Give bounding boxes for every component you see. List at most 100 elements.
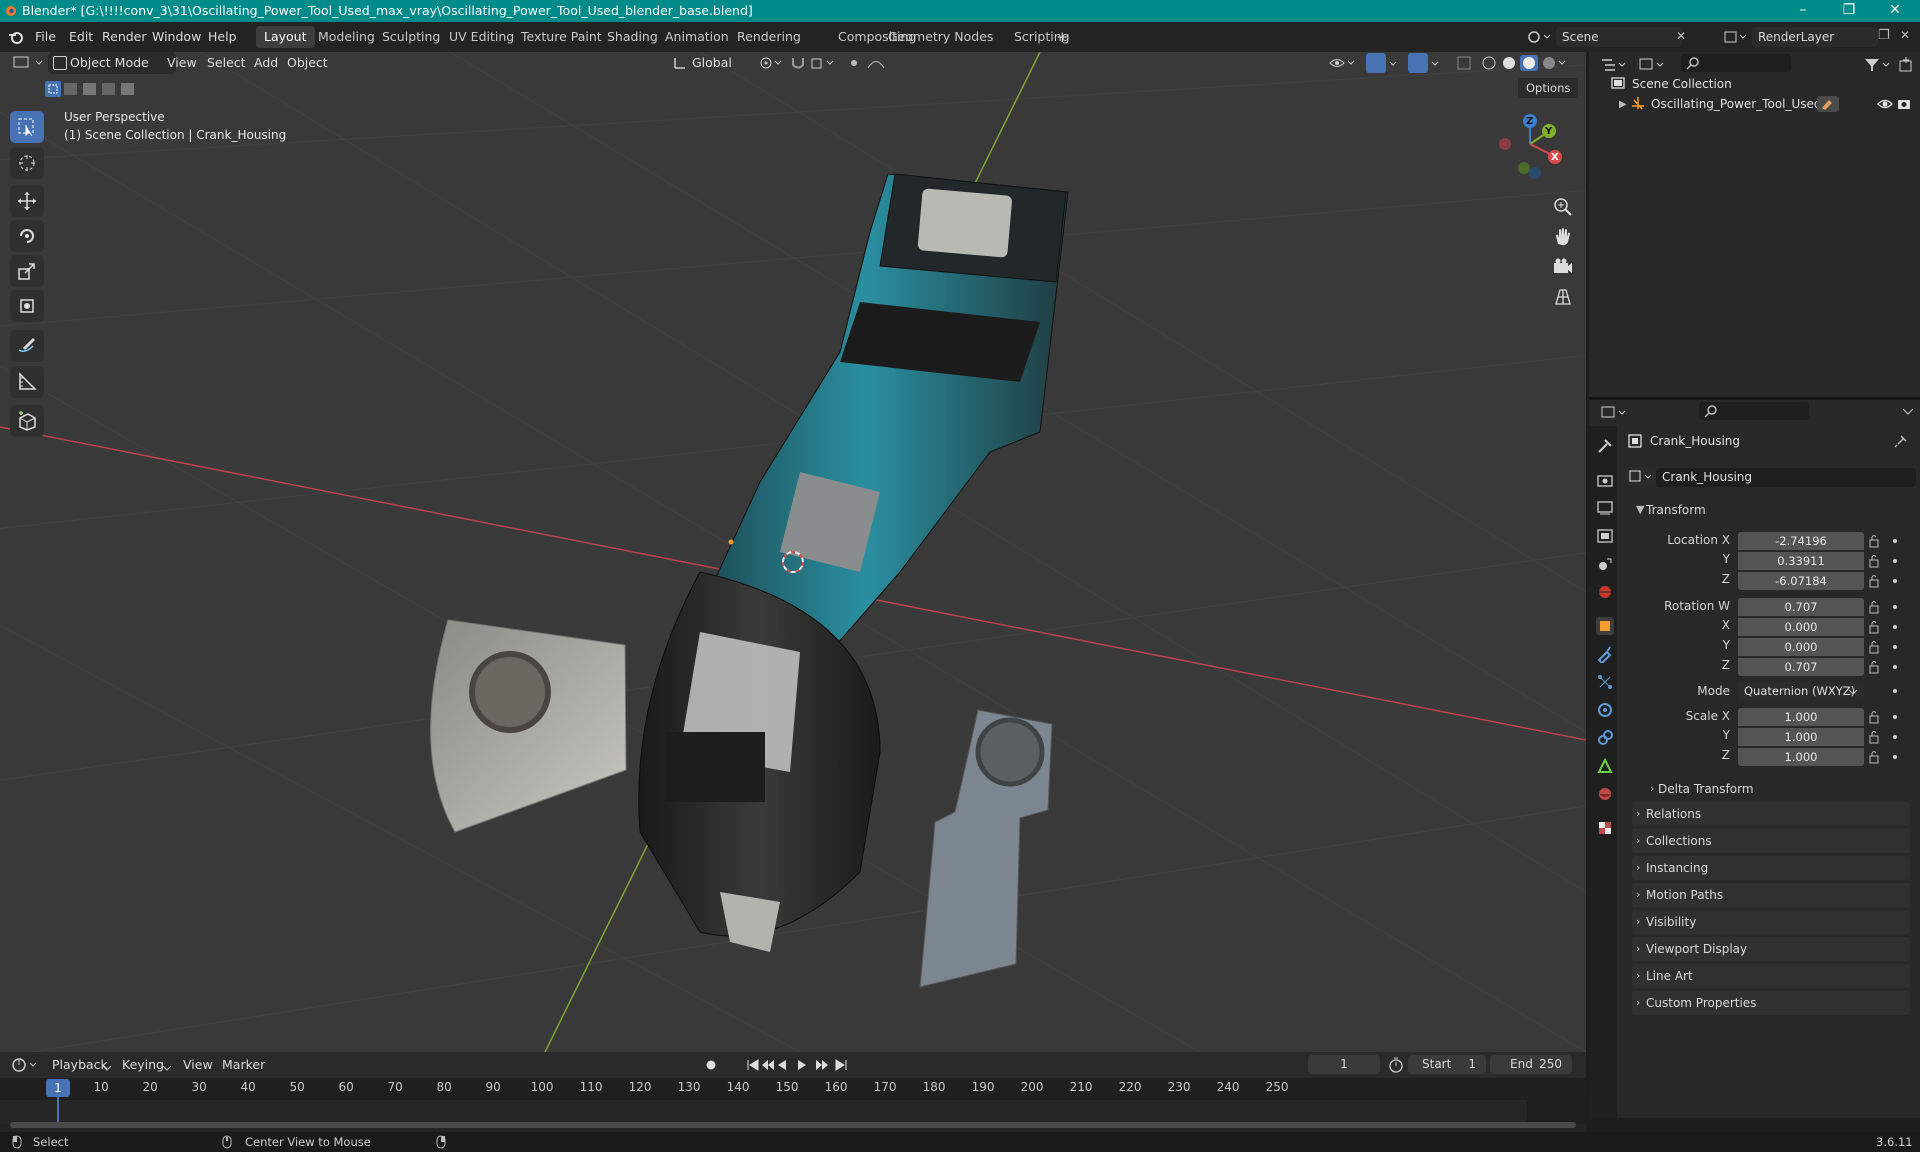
scale-z-field[interactable]: 1.000 bbox=[1738, 748, 1864, 766]
motion-paths-panel[interactable]: › Motion Paths bbox=[1632, 883, 1910, 907]
workspace-tab-uv-editing[interactable]: UV Editing bbox=[441, 26, 522, 48]
workspace-tab-layout[interactable]: Layout bbox=[256, 26, 315, 48]
lock-icon[interactable] bbox=[1868, 554, 1882, 568]
lock-icon[interactable] bbox=[1868, 640, 1882, 654]
keyframe-area[interactable] bbox=[0, 1100, 1586, 1124]
lock-icon[interactable] bbox=[1868, 620, 1882, 634]
visibility-eye-icon[interactable] bbox=[1877, 96, 1893, 112]
overlays-toggle-icon[interactable] bbox=[1408, 53, 1428, 73]
location-x-field[interactable]: -2.74196 bbox=[1738, 532, 1864, 550]
keyframe-dot-icon[interactable] bbox=[1893, 559, 1897, 563]
rotation-z-field[interactable]: 0.707 bbox=[1738, 658, 1864, 676]
properties-search-input[interactable] bbox=[1699, 402, 1809, 420]
timeline-editor-type-icon[interactable] bbox=[10, 1056, 40, 1074]
snap-icon[interactable] bbox=[790, 55, 838, 71]
transform-panel-header[interactable]: ▼ Transform bbox=[1632, 498, 1910, 522]
timeline-view-menu[interactable]: View bbox=[183, 1054, 213, 1076]
stopwatch-icon[interactable] bbox=[1388, 1057, 1404, 1073]
select-menu[interactable]: Select bbox=[207, 52, 246, 74]
properties-options-icon[interactable] bbox=[1901, 404, 1915, 418]
cursor-tool[interactable] bbox=[10, 147, 44, 179]
overlays-dropdown-icon[interactable] bbox=[1430, 55, 1442, 71]
xray-toggle-icon[interactable] bbox=[1456, 55, 1472, 71]
maximize-button[interactable]: ❐ bbox=[1826, 0, 1872, 22]
object-menu[interactable]: Object bbox=[287, 52, 328, 74]
custom-properties-panel[interactable]: › Custom Properties bbox=[1632, 991, 1910, 1015]
transform-tool[interactable] bbox=[10, 290, 44, 322]
proportional-editing-icon[interactable] bbox=[846, 55, 894, 71]
instancing-panel[interactable]: › Instancing bbox=[1632, 856, 1910, 880]
keyframe-dot-icon[interactable] bbox=[1893, 579, 1897, 583]
object-mode-dropdown[interactable]: Object Mode bbox=[48, 52, 176, 74]
keyframe-dot-icon[interactable] bbox=[1893, 689, 1897, 693]
new-collection-icon[interactable] bbox=[1897, 56, 1915, 74]
display-mode-icon[interactable] bbox=[1637, 56, 1667, 74]
3d-viewport[interactable]: Object Mode View Select Add Object Globa… bbox=[0, 52, 1586, 1052]
gizmo-dropdown-icon[interactable] bbox=[1388, 55, 1400, 71]
properties-editor-type-icon[interactable] bbox=[1599, 404, 1629, 422]
outliner-editor-type-icon[interactable] bbox=[1599, 56, 1629, 74]
lock-icon[interactable] bbox=[1868, 660, 1882, 674]
keyframe-dot-icon[interactable] bbox=[1893, 625, 1897, 629]
expand-arrow-icon[interactable]: ▶ bbox=[1619, 99, 1627, 110]
visibility-panel[interactable]: › Visibility bbox=[1632, 910, 1910, 934]
scene-collection-label[interactable]: Scene Collection bbox=[1632, 77, 1732, 91]
playhead-frame-badge[interactable]: 1 bbox=[46, 1079, 70, 1097]
render-camera-icon[interactable] bbox=[1896, 96, 1912, 112]
menu-render[interactable]: Render bbox=[102, 29, 147, 44]
timeline-scrollbar[interactable] bbox=[10, 1122, 1576, 1128]
keying-menu[interactable]: Keying bbox=[122, 1054, 164, 1076]
end-frame-field[interactable]: End 250 bbox=[1490, 1055, 1572, 1074]
perspective-toggle-icon[interactable] bbox=[1552, 286, 1574, 308]
render-layer-browse-icon[interactable] bbox=[1722, 27, 1750, 47]
add-cube-tool[interactable] bbox=[10, 405, 44, 437]
pivot-point-icon[interactable] bbox=[758, 55, 784, 71]
keyframe-dot-icon[interactable] bbox=[1893, 715, 1897, 719]
start-frame-field[interactable]: Start 1 bbox=[1408, 1055, 1486, 1074]
playback-controls[interactable] bbox=[746, 1058, 858, 1072]
viewport-display-panel[interactable]: › Viewport Display bbox=[1632, 937, 1910, 961]
lock-icon[interactable] bbox=[1868, 750, 1882, 764]
editor-type-icon[interactable] bbox=[10, 52, 52, 74]
location-y-field[interactable]: 0.33911 bbox=[1738, 552, 1864, 570]
record-icon[interactable] bbox=[704, 1058, 718, 1072]
rotation-y-field[interactable]: 0.000 bbox=[1738, 638, 1864, 656]
rotation-w-field[interactable]: 0.707 bbox=[1738, 598, 1864, 616]
lock-icon[interactable] bbox=[1868, 574, 1882, 588]
pan-hand-icon[interactable] bbox=[1552, 226, 1574, 248]
gizmo-toggle-icon[interactable] bbox=[1366, 53, 1386, 73]
keyframe-dot-icon[interactable] bbox=[1893, 735, 1897, 739]
menu-window[interactable]: Window bbox=[152, 29, 201, 44]
workspace-tab-rendering[interactable]: Rendering bbox=[729, 26, 809, 48]
rotation-mode-dropdown[interactable]: Quaternion (WXYZ) bbox=[1738, 682, 1864, 701]
keyframe-dot-icon[interactable] bbox=[1893, 755, 1897, 759]
menu-edit[interactable]: Edit bbox=[69, 29, 93, 44]
blender-menu-icon[interactable] bbox=[8, 29, 24, 45]
filter-icon[interactable] bbox=[1863, 56, 1893, 74]
workspace-tab-sculpting[interactable]: Sculpting bbox=[374, 26, 448, 48]
scene-name-field[interactable]: Scene bbox=[1556, 27, 1682, 47]
workspace-tab-geometry-nodes[interactable]: Geometry Nodes bbox=[880, 26, 1001, 48]
close-button[interactable]: ✕ bbox=[1872, 0, 1918, 22]
move-tool[interactable] bbox=[10, 185, 44, 217]
outliner-search-input[interactable] bbox=[1681, 54, 1791, 72]
scale-x-field[interactable]: 1.000 bbox=[1738, 708, 1864, 726]
workspace-tab-animation[interactable]: Animation bbox=[657, 26, 737, 48]
scale-y-field[interactable]: 1.000 bbox=[1738, 728, 1864, 746]
remove-render-layer-icon[interactable]: ✕ bbox=[1900, 28, 1910, 42]
scene-browse-icon[interactable] bbox=[1526, 27, 1554, 47]
lock-icon[interactable] bbox=[1868, 710, 1882, 724]
new-render-layer-icon[interactable]: ❐ bbox=[1878, 28, 1890, 43]
render-layer-field[interactable]: RenderLayer bbox=[1752, 27, 1878, 47]
output-tab-icon[interactable] bbox=[1596, 499, 1614, 517]
texture-tab-icon[interactable] bbox=[1596, 819, 1614, 837]
marker-menu[interactable]: Marker bbox=[222, 1054, 265, 1076]
lock-icon[interactable] bbox=[1868, 600, 1882, 614]
menu-help[interactable]: Help bbox=[208, 29, 237, 44]
material-tab-icon[interactable] bbox=[1596, 785, 1614, 803]
workspace-tab-shading[interactable]: Shading bbox=[599, 26, 666, 48]
scene-unpin-icon[interactable]: ✕ bbox=[1676, 29, 1686, 43]
view-menu[interactable]: View bbox=[167, 52, 197, 74]
zoom-icon[interactable] bbox=[1552, 196, 1574, 218]
render-tab-icon[interactable] bbox=[1596, 471, 1614, 489]
